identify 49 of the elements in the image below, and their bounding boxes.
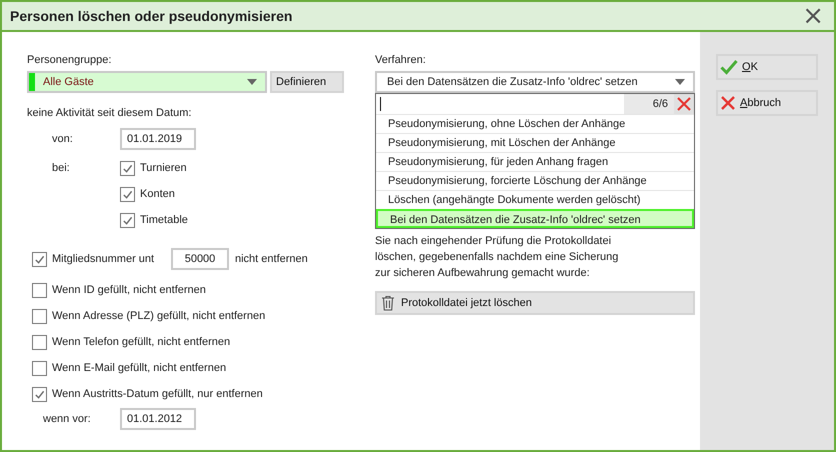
checkbox-label: Turnieren [140,162,187,174]
checkbox-label: Timetable [140,214,188,226]
checkbox[interactable] [32,386,47,402]
delete-log-button[interactable]: Protokolldatei jetzt löschen [375,291,695,315]
checkmark-icon [720,59,738,75]
checkbox-label: Wenn Austritts-Datum gefüllt, nur entfernen [52,388,263,400]
field-label: bei: [51,161,71,176]
checkbox[interactable] [120,212,135,228]
field-label: nicht entfernen [235,253,308,265]
checkbox[interactable] [120,186,135,202]
checkbox[interactable] [120,160,135,176]
define-button[interactable]: Definieren [270,71,344,93]
field-label: Personengruppe: [27,53,112,68]
dropdown-option[interactable]: Bei den Datensätzen die Zusatz-Info 'oldrec' setzen [376,209,694,228]
close-button[interactable]: × [800,4,826,28]
group-dropdown[interactable]: Alle Gäste [27,71,267,93]
caret-icon [675,79,685,85]
checkbox-label: Konten [140,188,175,200]
info-text: Sie nach eingehender Prüfung die Protokolldatei löschen, gegebenenfalls nachdem eine Sicherung zur sicheren Aufbewahrung gemacht wurde: [375,234,620,281]
checkbox[interactable] [32,252,47,266]
checkbox-label: Wenn Telefon gefüllt, nicht entfernen [52,336,230,348]
field-label: wenn vor: [42,413,92,425]
checkbox-label: Wenn E-Mail gefüllt, nicht entfernen [52,362,226,374]
checkbox[interactable] [32,308,47,324]
number-field[interactable]: 50000 [171,248,229,270]
checkbox-label: Wenn ID gefüllt, nicht entfernen [52,284,206,296]
date-field[interactable]: 01.01.2012 [120,408,196,430]
field-label: Verfahren: [375,53,427,68]
checkbox[interactable] [32,360,47,376]
dropdown-option[interactable]: Pseudonymisierung, mit Löschen der Anhänge [376,133,694,152]
clear-icon[interactable] [674,94,694,114]
checkbox[interactable] [32,282,47,298]
checkbox[interactable] [32,334,47,350]
window-title: Personen löschen oder pseudonymisieren [10,8,292,24]
field-label: von: [51,132,74,147]
checkbox-label: Wenn Adresse (PLZ) gefüllt, nicht entfernen [52,310,266,322]
checkbox-label: Mitgliedsnummer unt [52,253,156,265]
procedure-dropdown[interactable]: Bei den Datensätzen die Zusatz-Info 'oldrec' setzen [375,71,695,93]
dropdown-option[interactable]: Pseudonymisierung, ohne Löschen der Anhänge [376,114,694,133]
dropdown-option[interactable]: Pseudonymisierung, für jeden Anhang fragen [376,152,694,171]
date-field[interactable]: 01.01.2019 [120,128,196,150]
section-label: keine Aktivität seit diesem Datum: [27,106,192,121]
match-count: 6/6 [624,94,674,114]
caret-icon [247,79,257,85]
cancel-button[interactable]: Abbruch [716,90,818,116]
ok-button[interactable]: OK [716,54,818,80]
dropdown-option[interactable]: Pseudonymisierung, forcierte Löschung der Anhänge [376,171,694,190]
trash-icon [381,295,395,311]
cross-icon [720,95,736,111]
